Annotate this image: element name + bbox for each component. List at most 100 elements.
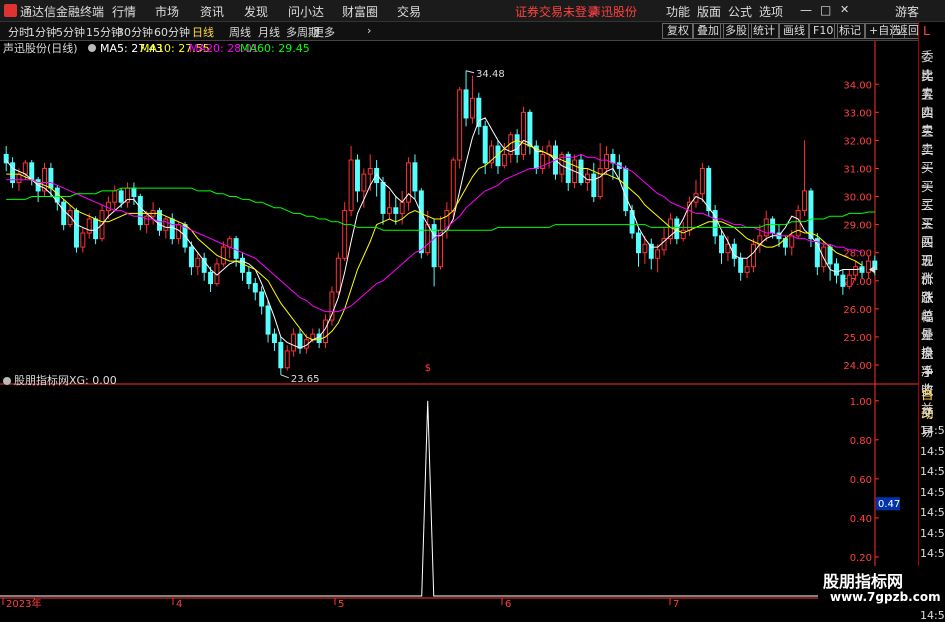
y-tick-label: 29.00 bbox=[843, 221, 872, 232]
candle bbox=[814, 233, 820, 276]
candle bbox=[527, 109, 533, 155]
candle bbox=[316, 328, 322, 349]
time-row-6: 14:56 bbox=[920, 547, 945, 560]
stock-name-link[interactable]: 声迅股份 bbox=[589, 3, 637, 20]
candle bbox=[457, 87, 463, 169]
candle bbox=[335, 252, 341, 295]
candle bbox=[834, 258, 839, 284]
candle bbox=[623, 165, 629, 217]
maximize-icon[interactable]: □ bbox=[820, 3, 831, 17]
period-0[interactable]: 分时 bbox=[8, 24, 30, 40]
candle bbox=[489, 140, 495, 169]
menu-item-4[interactable]: 问小达 bbox=[288, 3, 324, 20]
period-1[interactable]: 1分钟 bbox=[28, 24, 57, 40]
candle bbox=[469, 75, 475, 124]
period-5[interactable]: 60分钟 bbox=[154, 24, 190, 40]
x-tick-label: 7 bbox=[673, 599, 679, 609]
y-tick-label: 26.00 bbox=[843, 305, 872, 316]
menu-item-6[interactable]: 交易 bbox=[397, 3, 421, 20]
menu-right-2[interactable]: 公式 bbox=[728, 3, 752, 20]
candle bbox=[648, 238, 654, 270]
candle bbox=[578, 154, 584, 186]
candle bbox=[195, 252, 201, 276]
candle bbox=[802, 140, 808, 217]
candle bbox=[712, 204, 718, 245]
menu-item-5[interactable]: 财富圈 bbox=[342, 3, 378, 20]
time-row-9: 14:56 bbox=[920, 608, 945, 622]
candle bbox=[3, 146, 9, 172]
candle bbox=[406, 157, 412, 211]
candle bbox=[278, 336, 284, 375]
more-chevron-icon[interactable]: › bbox=[367, 24, 371, 37]
candle bbox=[750, 238, 756, 273]
legend-toggle-icon[interactable] bbox=[88, 44, 96, 52]
menu-item-3[interactable]: 发现 bbox=[244, 3, 268, 20]
sub-y-tick-label: 1.00 bbox=[850, 397, 872, 408]
menu-item-0[interactable]: 行情 bbox=[112, 3, 136, 20]
candle bbox=[770, 216, 776, 239]
menu-item-1[interactable]: 市场 bbox=[155, 3, 179, 20]
candle bbox=[540, 146, 546, 175]
toolbar-btn-6[interactable]: 标记 bbox=[834, 23, 866, 39]
quote-panel: L 委比 卖五 卖四 卖三 卖二 卖一 买一 买二 买三 买四 买五 现价 涨跌 涨幅 总量 外盘 换手 净资 收益 bbox=[918, 22, 945, 422]
toolbar-btn-0[interactable]: 复权 bbox=[662, 23, 694, 39]
toolbar-btn-4[interactable]: 画线 bbox=[778, 23, 810, 39]
menu-right-0[interactable]: 功能 bbox=[666, 3, 690, 20]
candle bbox=[438, 216, 443, 270]
candle bbox=[271, 328, 277, 351]
svg-text:34.48: 34.48 bbox=[476, 69, 505, 80]
candle bbox=[757, 224, 763, 253]
minimize-icon[interactable]: — bbox=[800, 3, 812, 17]
menu-right-1[interactable]: 版面 bbox=[697, 3, 721, 20]
candle bbox=[636, 227, 641, 267]
main-legend: 声迅股份(日线) MA5: 27.43MA10: 27.55MA20: 28.01… bbox=[3, 41, 310, 55]
candle bbox=[680, 221, 686, 242]
period-8[interactable]: 月线 bbox=[258, 24, 280, 40]
svg-text:23.65: 23.65 bbox=[291, 374, 320, 385]
candle bbox=[284, 345, 290, 371]
watermark-line1: 股朋指标网 bbox=[823, 572, 904, 591]
time-row-4: 14:56 bbox=[920, 506, 945, 519]
x-tick-label: 5 bbox=[338, 599, 344, 609]
candle bbox=[342, 202, 348, 262]
y-tick-label: 34.00 bbox=[843, 80, 872, 91]
candle bbox=[738, 252, 744, 281]
period-4[interactable]: 30分钟 bbox=[117, 24, 153, 40]
menu-right-3[interactable]: 选项 bbox=[759, 3, 783, 20]
sub-y-tick-label: 0.60 bbox=[850, 475, 872, 486]
period-7[interactable]: 周线 bbox=[229, 24, 251, 40]
time-row-3: 14:56 bbox=[920, 485, 945, 499]
candle bbox=[616, 154, 622, 180]
period-toolbar: 分时 1分钟 5分钟 15分钟 30分钟 60分钟 日线 周线 月线 多周期 更多 › 复权 叠加 多股 统计… bbox=[0, 22, 945, 41]
menu-item-2[interactable]: 资讯 bbox=[200, 3, 224, 20]
time-row-2: 14:56 bbox=[920, 465, 945, 478]
sub-legend: 股朋指标网 XG: 0.00 bbox=[3, 373, 117, 387]
period-10[interactable]: 更多 bbox=[313, 24, 335, 40]
close-icon[interactable]: ✕ bbox=[840, 3, 849, 16]
candle bbox=[259, 286, 265, 315]
candle bbox=[73, 207, 79, 253]
toolbar-btn-3[interactable]: 统计 bbox=[748, 23, 780, 39]
login-notice[interactable]: 证券交易未登录 bbox=[515, 3, 599, 20]
guest-label[interactable]: 游客 bbox=[895, 3, 919, 20]
period-6[interactable]: 日线 bbox=[192, 24, 214, 40]
candle bbox=[265, 300, 271, 343]
candle bbox=[846, 269, 852, 290]
candle bbox=[655, 244, 661, 273]
candle bbox=[431, 219, 437, 287]
candle bbox=[412, 154, 418, 200]
kline-chart[interactable]: 34.0033.0032.0031.0030.0029.0028.0027.00… bbox=[0, 41, 918, 609]
candle bbox=[10, 157, 16, 189]
candle bbox=[859, 261, 865, 278]
candle bbox=[444, 202, 450, 239]
candle bbox=[329, 286, 335, 326]
watermark: 股朋指标网 www.7gpzb.com bbox=[818, 566, 945, 609]
candle bbox=[699, 162, 705, 203]
sub-legend-title: 股朋指标网 bbox=[14, 373, 69, 387]
y-tick-label: 31.00 bbox=[843, 164, 872, 175]
period-2[interactable]: 5分钟 bbox=[56, 24, 85, 40]
candle bbox=[719, 230, 725, 264]
sub-legend-toggle-icon[interactable] bbox=[3, 377, 11, 385]
candle bbox=[54, 185, 60, 211]
y-tick-label: 24.00 bbox=[843, 361, 872, 372]
